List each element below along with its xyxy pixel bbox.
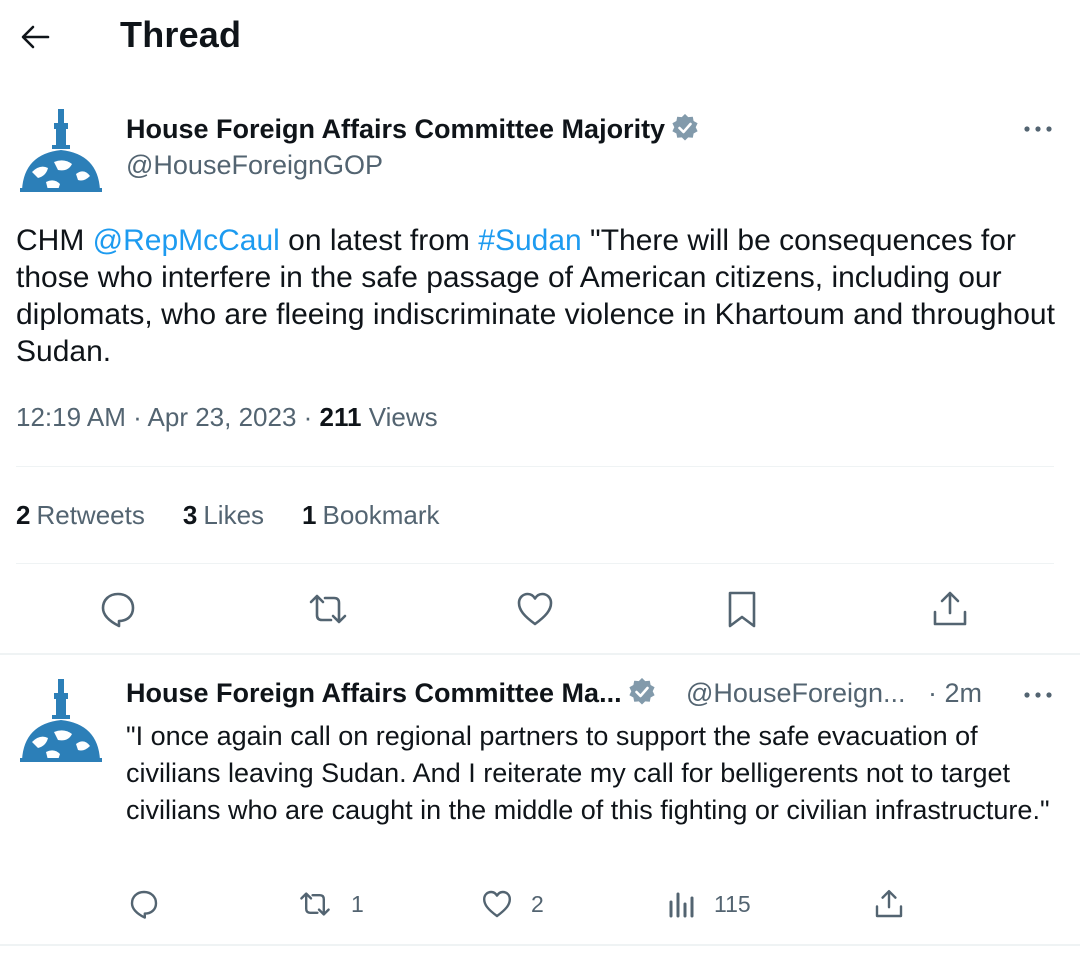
bookmarks-stat[interactable]: 1 Bookmark bbox=[302, 500, 440, 531]
reply-button[interactable] bbox=[98, 589, 138, 629]
capitol-dome-logo bbox=[20, 679, 102, 762]
retweets-label: Retweets bbox=[36, 500, 145, 530]
reply-retweet-count: 1 bbox=[351, 890, 364, 917]
reply-icon bbox=[101, 592, 135, 628]
tweet-text-part: on latest from bbox=[279, 224, 479, 257]
reply-more-options-button[interactable] bbox=[1018, 680, 1058, 710]
author-name[interactable]: House Foreign Affairs Committee Majority bbox=[126, 114, 699, 145]
reply-like-button[interactable]: 2 bbox=[481, 888, 544, 920]
reply-avatar[interactable] bbox=[18, 676, 104, 762]
views-label: Views bbox=[361, 402, 438, 432]
verified-badge-icon bbox=[672, 114, 698, 141]
reply-text: "I once again call on regional partners … bbox=[126, 721, 1050, 825]
divider bbox=[0, 944, 1080, 946]
like-icon bbox=[483, 890, 511, 918]
reply-views-button[interactable]: 115 bbox=[668, 888, 751, 920]
bookmarks-count: 1 bbox=[302, 500, 317, 530]
avatar[interactable] bbox=[18, 106, 104, 192]
reply-retweet-button[interactable]: 1 bbox=[297, 888, 364, 920]
reply-time[interactable]: · 2m bbox=[928, 678, 982, 709]
bookmark-button[interactable] bbox=[722, 589, 762, 629]
reply-reply-button[interactable] bbox=[128, 888, 160, 920]
views-icon bbox=[669, 892, 694, 918]
mention-link[interactable]: @RepMcCaul bbox=[93, 224, 280, 257]
bookmark-icon bbox=[728, 591, 756, 628]
back-arrow-icon bbox=[21, 25, 50, 49]
tweet-text-part: CHM bbox=[16, 224, 93, 257]
tweet-text: CHM @RepMcCaul on latest from #Sudan "Th… bbox=[16, 222, 1066, 370]
retweets-stat[interactable]: 2 Retweets bbox=[16, 500, 145, 531]
timestamp[interactable]: 12:19 AM · Apr 23, 2023 · bbox=[16, 402, 320, 432]
like-icon bbox=[517, 592, 553, 626]
retweet-icon bbox=[300, 892, 330, 916]
reply-icon bbox=[130, 890, 158, 919]
share-button[interactable] bbox=[930, 589, 970, 629]
share-icon bbox=[933, 591, 967, 626]
reply-actions: 1 2 115 bbox=[0, 886, 1080, 926]
bookmarks-label: Bookmark bbox=[322, 500, 440, 530]
retweet-button[interactable] bbox=[306, 589, 350, 629]
views-count: 211 bbox=[319, 402, 362, 432]
tweet-stats: 2 Retweets 3 Likes 1 Bookmark bbox=[16, 500, 440, 531]
tweet-actions bbox=[0, 585, 1080, 633]
retweet-icon bbox=[309, 594, 347, 624]
reply-share-button[interactable] bbox=[873, 888, 905, 920]
author-handle[interactable]: @HouseForeignGOP bbox=[126, 150, 383, 181]
retweets-count: 2 bbox=[16, 500, 31, 530]
reply-author-name[interactable]: House Foreign Affairs Committee Ma... bbox=[126, 678, 656, 709]
capitol-dome-logo bbox=[20, 109, 102, 192]
page-title: Thread bbox=[120, 14, 242, 55]
reply-author-name-text: House Foreign Affairs Committee Ma... bbox=[126, 678, 622, 708]
reply-views-count: 115 bbox=[714, 890, 751, 917]
verified-badge-icon bbox=[628, 678, 655, 705]
author-name-text: House Foreign Affairs Committee Majority bbox=[126, 114, 666, 144]
more-options-button[interactable] bbox=[1018, 114, 1058, 144]
more-icon bbox=[1024, 126, 1052, 132]
tweet-meta: 12:19 AM · Apr 23, 2023 · 211 Views bbox=[16, 402, 438, 433]
back-button[interactable] bbox=[14, 16, 56, 58]
thread-header: Thread bbox=[0, 0, 1080, 72]
likes-count: 3 bbox=[182, 500, 198, 530]
divider bbox=[16, 466, 1054, 467]
likes-stat[interactable]: 3 Likes bbox=[183, 500, 264, 531]
reply-like-count: 2 bbox=[531, 890, 544, 917]
like-button[interactable] bbox=[515, 589, 555, 629]
more-icon bbox=[1024, 692, 1052, 698]
likes-label: Likes bbox=[203, 500, 265, 530]
share-icon bbox=[875, 890, 903, 918]
reply-handle[interactable]: @HouseForeign... bbox=[686, 678, 906, 709]
divider bbox=[0, 653, 1080, 655]
divider bbox=[16, 563, 1054, 564]
hashtag-link[interactable]: #Sudan bbox=[478, 224, 581, 257]
